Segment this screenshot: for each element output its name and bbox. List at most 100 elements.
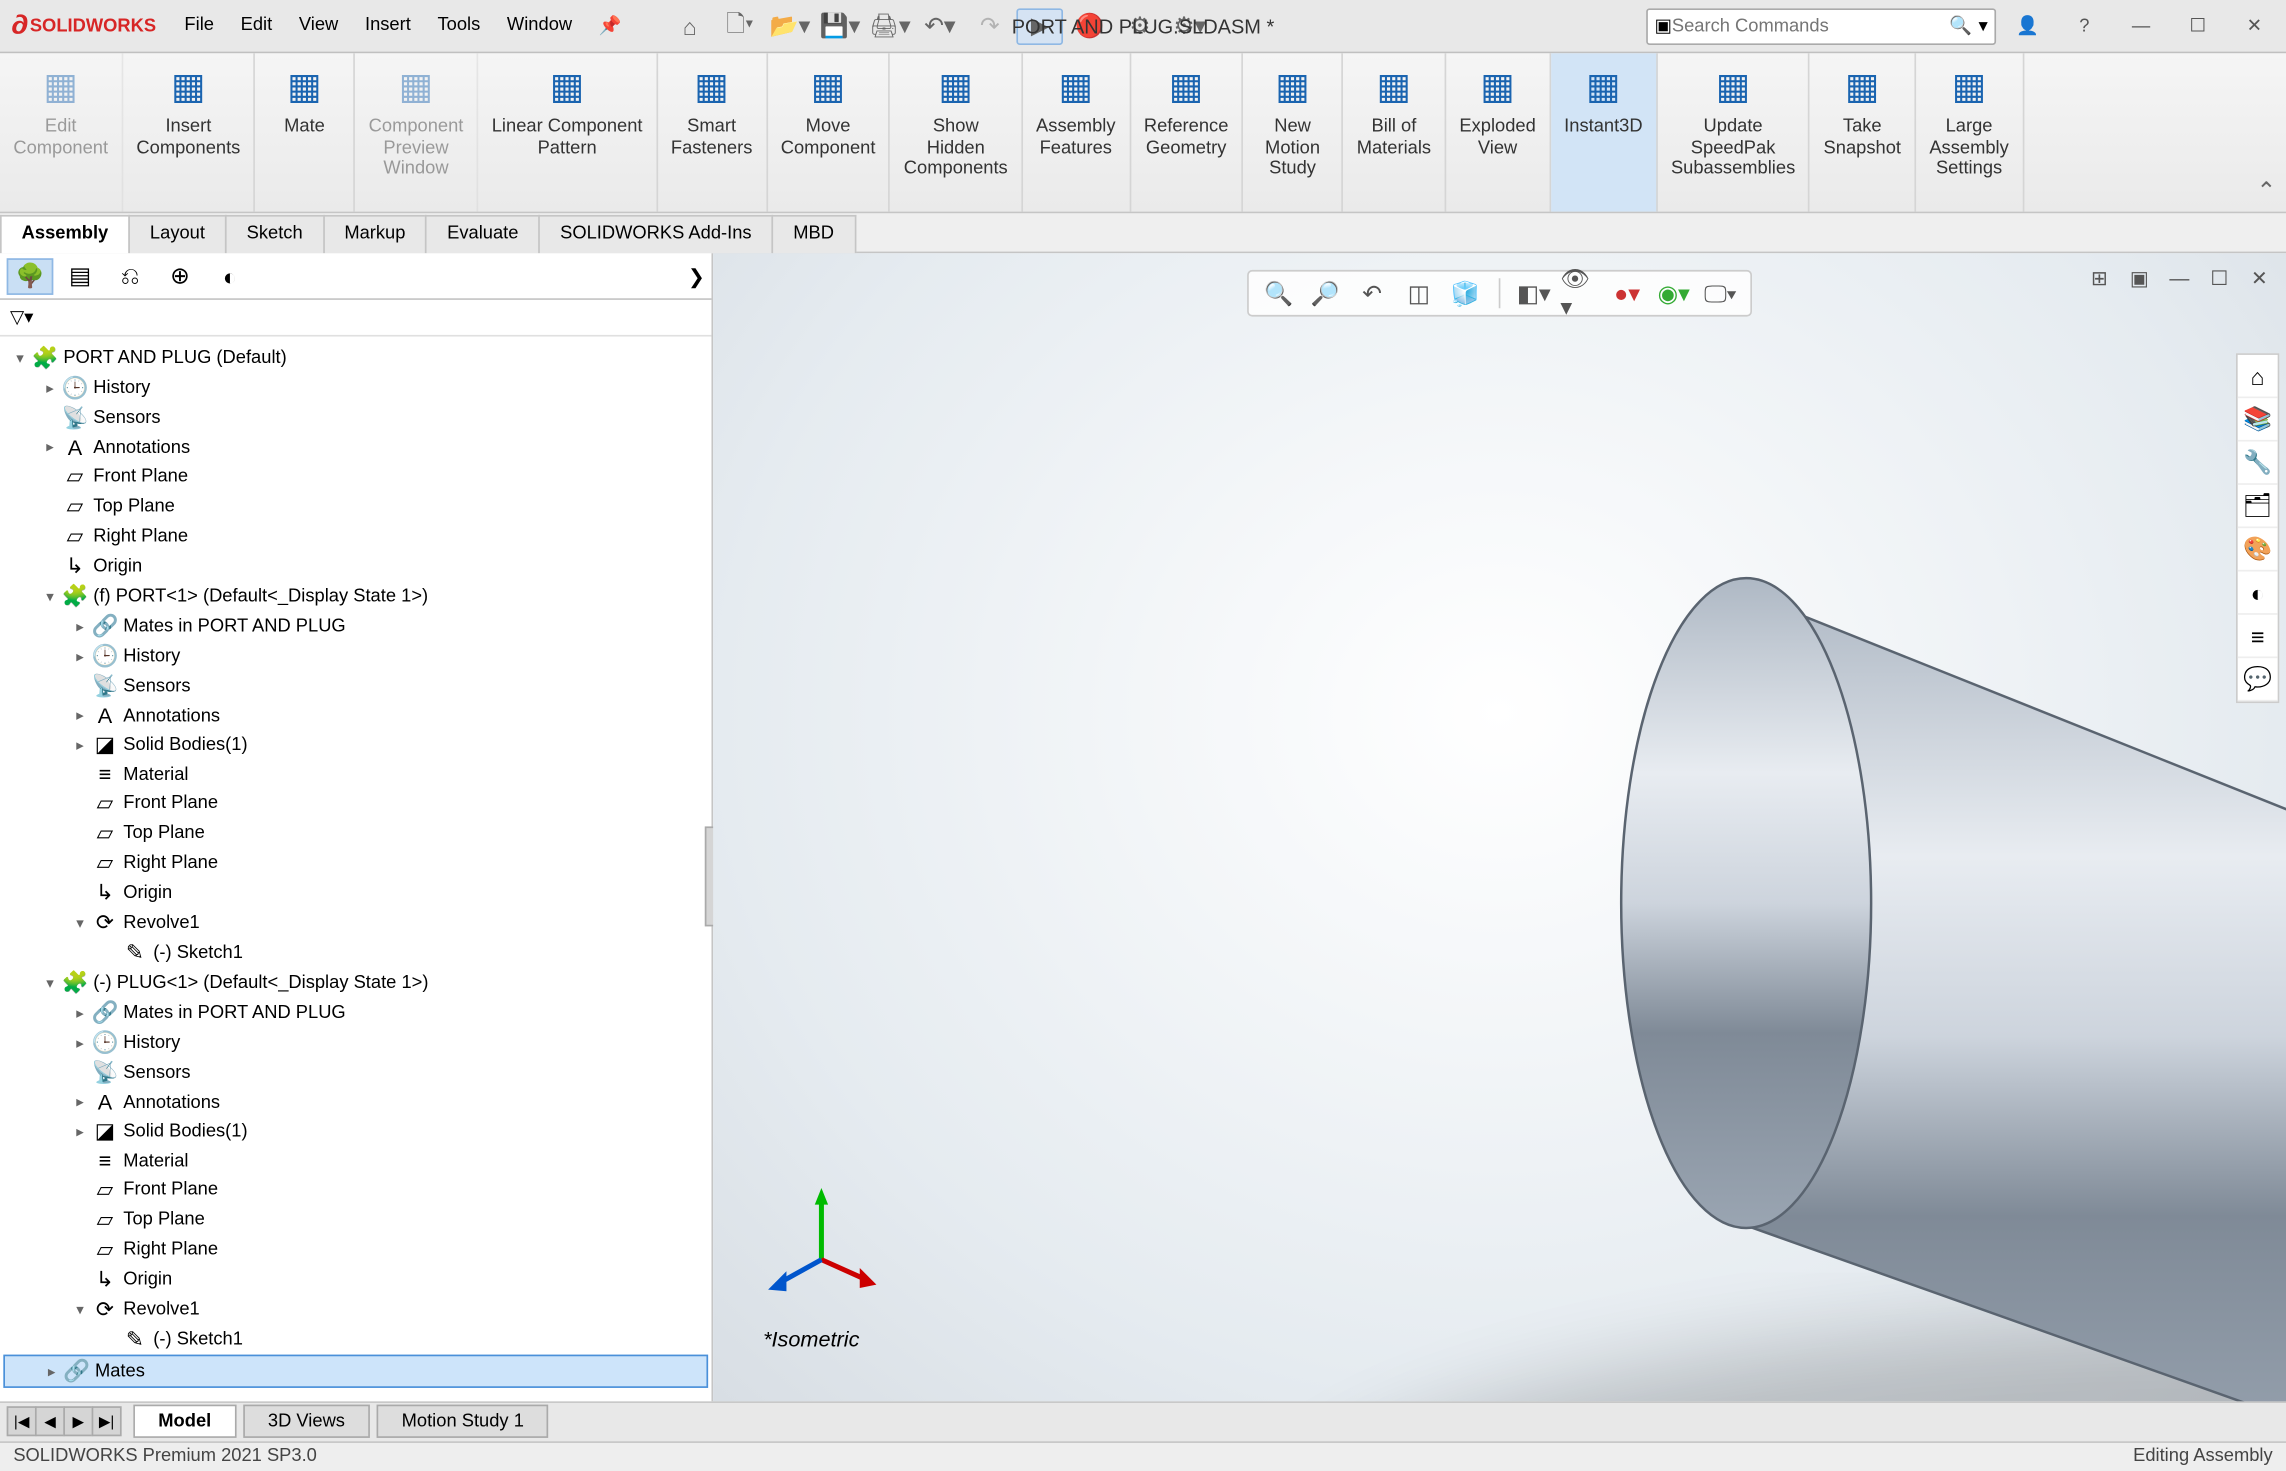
view-settings-icon[interactable]: 🖵▾	[1700, 275, 1740, 312]
tree-item[interactable]: ▱Top Plane	[3, 818, 708, 848]
ribbon-linear-pattern[interactable]: ▦Linear ComponentPattern	[478, 53, 657, 211]
tab-layout[interactable]: Layout	[128, 215, 226, 253]
view-orientation-icon[interactable]: 🧊	[1445, 275, 1485, 312]
bottom-tab-3dviews[interactable]: 3D Views	[243, 1405, 370, 1438]
new-icon[interactable]: 🗋▾	[717, 7, 764, 44]
tab-first-icon[interactable]: |◀	[7, 1407, 37, 1437]
tree-twisty-icon[interactable]: ▸	[40, 379, 60, 397]
close-icon[interactable]: ✕	[2229, 7, 2279, 44]
ribbon-take-snapshot[interactable]: ▦TakeSnapshot	[1810, 53, 1916, 211]
edit-appearance-icon[interactable]: ●▾	[1607, 275, 1647, 312]
hide-show-icon[interactable]: 👁▾	[1560, 275, 1600, 312]
zoom-fit-icon[interactable]: 🔍	[1259, 275, 1299, 312]
undo-icon[interactable]: ↶▾	[917, 7, 964, 44]
tree-item[interactable]: 📡Sensors	[3, 671, 708, 701]
ribbon-smart-fasteners[interactable]: ▦SmartFasteners	[658, 53, 768, 211]
taskpane-view-palette-icon[interactable]: 🎨	[2238, 528, 2278, 571]
help-icon[interactable]: ?	[2059, 7, 2109, 44]
menu-view[interactable]: View	[287, 10, 350, 42]
taskpane-forum-icon[interactable]: 💬	[2238, 658, 2278, 701]
tree-item[interactable]: ▱Front Plane	[3, 462, 708, 492]
tree-item[interactable]: ▸AAnnotations	[3, 433, 708, 461]
ribbon-bom[interactable]: ▦Bill ofMaterials	[1343, 53, 1446, 211]
tree-item[interactable]: ↳Origin	[3, 878, 708, 908]
tree-item[interactable]: ▾⟳Revolve1	[3, 908, 708, 938]
tree-twisty-icon[interactable]: ▾	[40, 974, 60, 992]
tree-twisty-icon[interactable]: ▸	[70, 617, 90, 635]
bottom-tab-model[interactable]: Model	[133, 1405, 236, 1438]
taskpane-home-icon[interactable]: ⌂	[2238, 355, 2278, 398]
tab-mbd[interactable]: MBD	[772, 215, 856, 253]
tree-item[interactable]: ▸🔗Mates in PORT AND PLUG	[3, 998, 708, 1028]
taskpane-file-explorer-icon[interactable]: 🗂	[2238, 485, 2278, 528]
graphics-viewport[interactable]: ⊞ ▣ — ☐ ✕ 🔍 🔎 ↶ ◫ 🧊 ◧▾ 👁▾ ●▾ ◉▾ 🖵▾	[713, 253, 2286, 1401]
minimize-icon[interactable]: —	[2116, 7, 2166, 44]
tree-item[interactable]: ▱Front Plane	[3, 1175, 708, 1205]
menu-edit[interactable]: Edit	[229, 10, 284, 42]
print-icon[interactable]: 🖨▾	[867, 7, 914, 44]
tree-item[interactable]: 📡Sensors	[3, 403, 708, 433]
tab-evaluate[interactable]: Evaluate	[425, 215, 540, 253]
menu-insert[interactable]: Insert	[353, 10, 422, 42]
tree-item[interactable]: ≡Material	[3, 1146, 708, 1174]
tree-item[interactable]: 📡Sensors	[3, 1058, 708, 1088]
ribbon-move-component[interactable]: ▦MoveComponent	[767, 53, 890, 211]
tree-item[interactable]: ▾🧩(-) PLUG<1> (Default<_Display State 1>…	[3, 968, 708, 998]
search-input[interactable]	[1672, 16, 1949, 36]
section-view-icon[interactable]: ◫	[1399, 275, 1439, 312]
tree-twisty-icon[interactable]: ▸	[70, 736, 90, 754]
tree-item[interactable]: ≡Material	[3, 760, 708, 788]
menu-pin-icon[interactable]: 📌	[587, 10, 633, 42]
doc-minimize-icon[interactable]: —	[2163, 263, 2196, 293]
tree-twisty-icon[interactable]: ▸	[40, 438, 60, 456]
ribbon-show-hidden[interactable]: ▦ShowHiddenComponents	[890, 53, 1022, 211]
tree-item[interactable]: ▸🔗Mates	[3, 1355, 708, 1388]
ribbon-new-motion-study[interactable]: ▦NewMotionStudy	[1243, 53, 1343, 211]
tree-item[interactable]: ▸🕒History	[3, 641, 708, 671]
tree-root[interactable]: ▾🧩PORT AND PLUG (Default)	[3, 343, 708, 373]
ribbon-assembly-features[interactable]: ▦AssemblyFeatures	[1023, 53, 1131, 211]
tab-solidworks-add-ins[interactable]: SOLIDWORKS Add-Ins	[538, 215, 773, 253]
ribbon-insert-components[interactable]: ▦InsertComponents	[123, 53, 255, 211]
search-dropdown-icon[interactable]: ▾	[1979, 15, 1988, 37]
tree-item[interactable]: ▱Top Plane	[3, 492, 708, 522]
tree-twisty-icon[interactable]: ▸	[70, 1004, 90, 1022]
tab-sketch[interactable]: Sketch	[225, 215, 324, 253]
tab-markup[interactable]: Markup	[323, 215, 427, 253]
taskpane-appearances-icon[interactable]: ◐	[2238, 572, 2278, 615]
tree-item[interactable]: ▾⟳Revolve1	[3, 1295, 708, 1325]
tree-twisty-icon[interactable]: ▸	[42, 1362, 62, 1380]
menu-file[interactable]: File	[173, 10, 226, 42]
feature-tree[interactable]: ▾🧩PORT AND PLUG (Default)▸🕒History📡Senso…	[0, 337, 711, 1401]
filter-bar[interactable]: ▽▾	[0, 300, 711, 337]
search-icon[interactable]: 🔍	[1949, 15, 1972, 37]
tree-item[interactable]: ▸🕒History	[3, 373, 708, 403]
tree-item[interactable]: ▸AAnnotations	[3, 1088, 708, 1116]
tree-item[interactable]: ▸🕒History	[3, 1028, 708, 1058]
property-manager-tab-icon[interactable]: ▤	[57, 257, 104, 294]
home-icon[interactable]: ⌂	[667, 7, 714, 44]
configuration-tab-icon[interactable]: ⎌	[107, 257, 154, 294]
ribbon-reference-geometry[interactable]: ▦ReferenceGeometry	[1131, 53, 1244, 211]
tree-twisty-icon[interactable]: ▸	[70, 1034, 90, 1052]
tree-item[interactable]: ↳Origin	[3, 552, 708, 582]
redo-icon[interactable]: ↷	[967, 7, 1014, 44]
tree-item[interactable]: ▱Right Plane	[3, 522, 708, 552]
panel-collapse-icon[interactable]: ❯	[688, 264, 705, 287]
doc-new-window-icon[interactable]: ▣	[2123, 263, 2156, 293]
view-triad-icon[interactable]	[763, 1184, 880, 1301]
user-icon[interactable]: 👤	[2003, 7, 2053, 44]
tree-twisty-icon[interactable]: ▸	[70, 1093, 90, 1111]
doc-maximize-icon[interactable]: ☐	[2203, 263, 2236, 293]
display-style-icon[interactable]: ◧▾	[1514, 275, 1554, 312]
open-icon[interactable]: 📂▾	[767, 7, 814, 44]
doc-close-icon[interactable]: ✕	[2243, 263, 2276, 293]
tree-twisty-icon[interactable]: ▾	[70, 914, 90, 932]
doc-arrange-icon[interactable]: ⊞	[2083, 263, 2116, 293]
ribbon-instant3d[interactable]: ▦Instant3D	[1551, 53, 1658, 211]
zoom-area-icon[interactable]: 🔎	[1305, 275, 1345, 312]
tree-twisty-icon[interactable]: ▸	[70, 647, 90, 665]
bottom-tab-motion[interactable]: Motion Study 1	[377, 1405, 549, 1438]
tree-item[interactable]: ▸◪Solid Bodies(1)	[3, 1116, 708, 1146]
tree-twisty-icon[interactable]: ▾	[40, 587, 60, 605]
